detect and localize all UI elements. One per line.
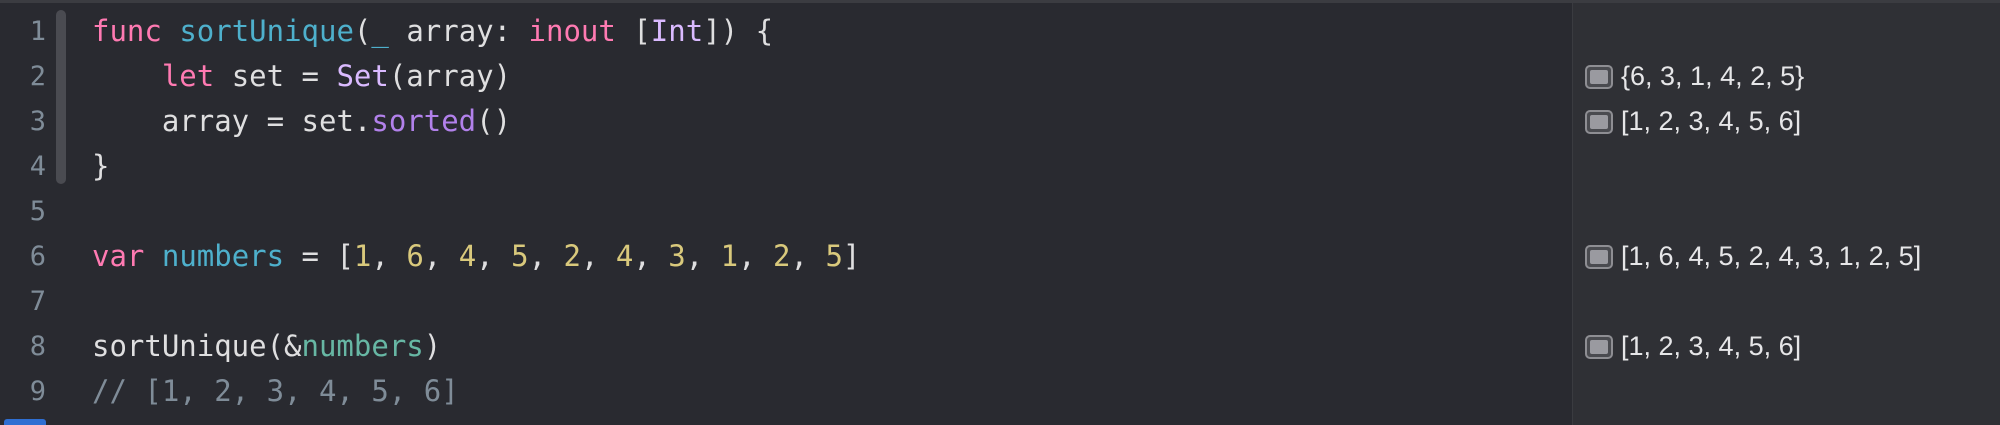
assignment: set = (214, 59, 337, 93)
result-line-8: [1, 2, 3, 4, 5, 6] (1585, 324, 1801, 369)
separator: , (476, 239, 512, 273)
result-line-6: [1, 6, 4, 5, 2, 4, 3, 1, 2, 5] (1585, 234, 1921, 279)
results-sidebar: {6, 3, 1, 4, 2, 5} [1, 2, 3, 4, 5, 6] [1… (1572, 3, 2000, 425)
assign-open-bracket: = [ (284, 239, 354, 273)
number-literal: 1 (353, 239, 372, 273)
line-number-5[interactable]: 5 (6, 189, 46, 234)
separator: , (790, 239, 826, 273)
code-line-4[interactable]: } (92, 144, 109, 189)
line-number-3[interactable]: 3 (6, 99, 46, 144)
line-number-7[interactable]: 7 (6, 279, 46, 324)
playground-window: 1 2 3 4 5 6 7 8 9 func sortUnique(_ arra… (0, 0, 2000, 425)
set-init-args: (array) (388, 59, 512, 93)
line-number-4[interactable]: 4 (6, 144, 46, 189)
result-value: [1, 6, 4, 5, 2, 4, 3, 1, 2, 5] (1621, 241, 1922, 271)
assignment: array = set. (161, 104, 372, 138)
open-paren: ( (353, 14, 372, 48)
close-paren: ) (423, 329, 442, 363)
source-editor[interactable]: func sortUnique(_ array: inout [Int]) { … (92, 3, 1572, 425)
code-line-1[interactable]: func sortUnique(_ array: inout [Int]) { (92, 9, 773, 54)
line-number-2[interactable]: 2 (6, 54, 46, 99)
separator: , (423, 239, 459, 273)
code-line-2[interactable]: let set = Set(array) (92, 54, 511, 99)
number-literal: 4 (458, 239, 477, 273)
number-literal: 3 (668, 239, 686, 273)
keyword-func: func (92, 14, 162, 48)
separator: , (633, 239, 669, 273)
method-sorted: sorted (371, 104, 477, 138)
array-literal: 1, 6, 4, 5, 2, 4, 3, 1, 2, 5 (354, 239, 843, 273)
code-line-3[interactable]: array = set.sorted() (92, 99, 511, 144)
type-int: Int (650, 14, 704, 48)
variable-numbers: numbers (161, 239, 285, 273)
code-line-6[interactable]: var numbers = [1, 6, 4, 5, 2, 4, 3, 1, 2… (92, 234, 860, 279)
result-line-3: [1, 2, 3, 4, 5, 6] (1585, 99, 1801, 144)
line-number-6[interactable]: 6 (6, 234, 46, 279)
line-number-9[interactable]: 9 (6, 369, 46, 414)
keyword-var: var (92, 239, 145, 273)
parameter-name: array: (388, 14, 529, 48)
number-literal: 5 (825, 239, 843, 273)
external-label-underscore: _ (371, 14, 389, 48)
separator: , (580, 239, 616, 273)
function-call: sortUnique(& (92, 329, 302, 363)
variable-reference-numbers: numbers (301, 329, 424, 363)
result-line-2: {6, 3, 1, 4, 2, 5} (1585, 54, 1804, 99)
code-line-8[interactable]: sortUnique(&numbers) (92, 324, 441, 369)
type-set: Set (336, 59, 389, 93)
separator: , (528, 239, 564, 273)
number-literal: 2 (773, 239, 791, 273)
code-folding-ribbon[interactable] (56, 10, 66, 184)
result-value: [1, 2, 3, 4, 5, 6] (1621, 331, 1802, 361)
quick-look-icon[interactable] (1585, 64, 1613, 89)
line-number-8[interactable]: 8 (6, 324, 46, 369)
quick-look-icon[interactable] (1585, 244, 1613, 269)
separator: , (371, 239, 407, 273)
result-value: {6, 3, 1, 4, 2, 5} (1621, 61, 1805, 91)
separator: , (685, 239, 721, 273)
function-name: sortUnique (179, 14, 354, 48)
number-literal: 6 (406, 239, 424, 273)
result-value: [1, 2, 3, 4, 5, 6] (1621, 106, 1802, 136)
signature-close: ]) { (703, 14, 774, 48)
quick-look-icon[interactable] (1585, 334, 1613, 359)
number-literal: 5 (511, 239, 529, 273)
code-comment: // [1, 2, 3, 4, 5, 6] (92, 374, 459, 408)
keyword-inout: inout (528, 14, 616, 48)
close-bracket: ] (842, 239, 861, 273)
line-number-gutter: 1 2 3 4 5 6 7 8 9 (0, 3, 66, 425)
number-literal: 1 (720, 239, 739, 273)
closing-brace: } (92, 149, 110, 183)
call-parens: () (476, 104, 512, 138)
separator: , (738, 239, 774, 273)
keyword-let: let (161, 59, 215, 93)
current-line-marker (4, 419, 46, 425)
line-number-1[interactable]: 1 (6, 9, 46, 54)
quick-look-icon[interactable] (1585, 109, 1613, 134)
array-bracket-open: [ (633, 14, 651, 48)
number-literal: 4 (615, 239, 634, 273)
number-literal: 2 (563, 239, 581, 273)
code-line-9[interactable]: // [1, 2, 3, 4, 5, 6] (92, 369, 459, 414)
